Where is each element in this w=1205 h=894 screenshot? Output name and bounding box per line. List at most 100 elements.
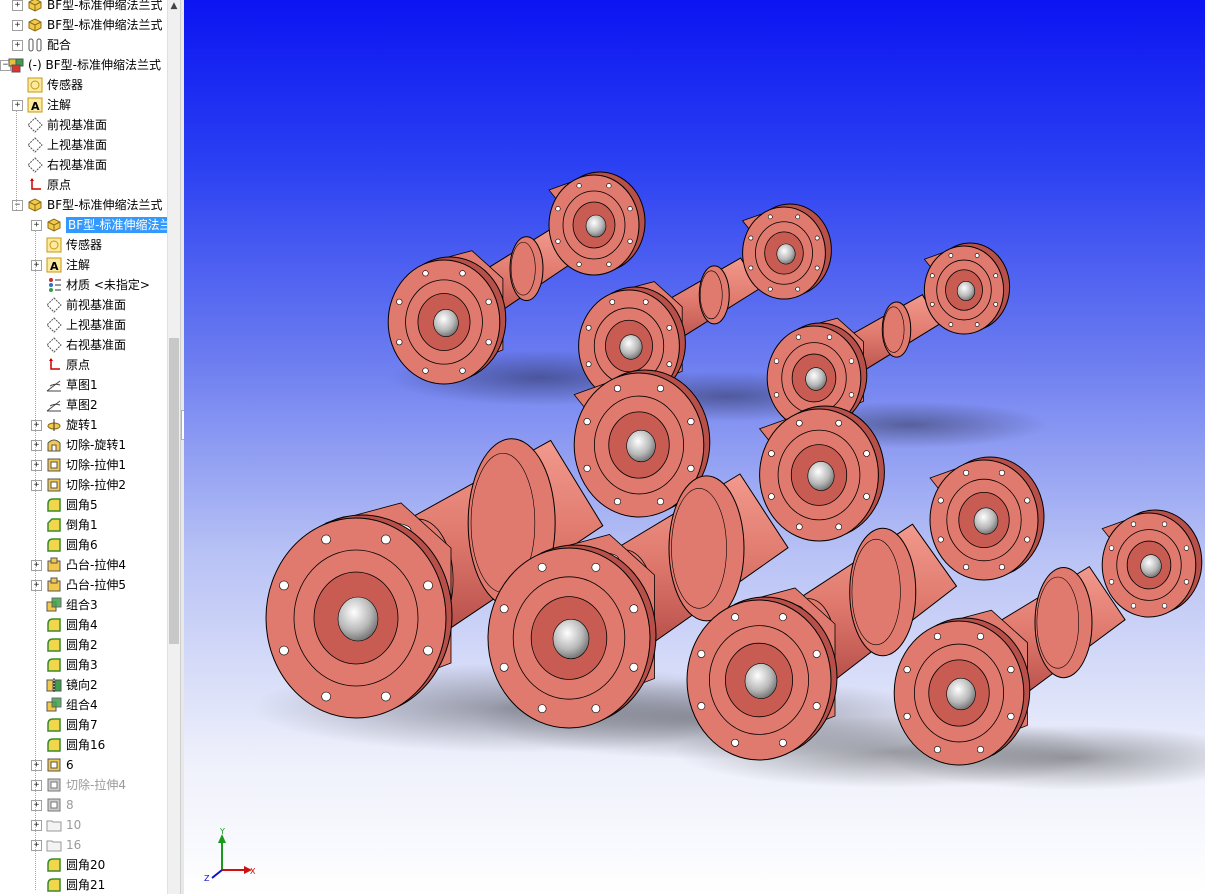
tree-item-label: (-) BF型-标准伸缩法兰式 — [28, 58, 161, 72]
bolt-hole — [656, 384, 665, 392]
bolt-hole — [1007, 712, 1015, 720]
bolt-hole — [812, 702, 821, 710]
cut-extrude-gray-icon — [46, 797, 62, 813]
tree-item[interactable]: + 旋转1 — [0, 415, 167, 435]
tree-item[interactable]: + 切除-拉伸2 — [0, 475, 167, 495]
bolt-hole — [627, 206, 633, 212]
tree-item-label: 传感器 — [66, 238, 103, 252]
tree-item[interactable]: 组合4 — [0, 695, 167, 715]
tree-item[interactable]: + 凸台-拉伸4 — [0, 555, 167, 575]
tree-item[interactable]: 镜向2 — [0, 675, 167, 695]
expand-toggle-icon[interactable]: + — [31, 420, 42, 431]
collapse-toggle-icon[interactable]: − — [12, 200, 23, 211]
tree-item[interactable]: 传感器 — [0, 75, 167, 95]
tree-item[interactable]: 圆角4 — [0, 615, 167, 635]
fillet-icon — [46, 537, 62, 553]
tree-item[interactable]: 上视基准面 — [0, 135, 167, 155]
tree-item[interactable]: 圆角16 — [0, 735, 167, 755]
tree-item[interactable]: +10 — [0, 815, 167, 835]
tree-item[interactable]: 圆角5 — [0, 495, 167, 515]
expand-toggle-icon[interactable]: + — [31, 220, 42, 231]
expand-toggle-icon[interactable]: + — [31, 560, 42, 571]
tree-item[interactable]: 右视基准面 — [0, 155, 167, 175]
bolt-hole — [963, 564, 970, 571]
tree-item[interactable]: 倒角1 — [0, 515, 167, 535]
tree-item[interactable]: − (-) BF型-标准伸缩法兰式 — [0, 55, 167, 75]
bore-cone — [1140, 554, 1162, 578]
scroll-up-arrow-icon[interactable]: ▲ — [168, 0, 180, 12]
z-axis-line — [211, 869, 223, 879]
part-icon — [46, 217, 62, 233]
bolt-hole — [666, 324, 673, 331]
expand-toggle-icon[interactable]: + — [31, 800, 42, 811]
tree-item[interactable]: + BF型-标准伸缩法兰式 — [0, 15, 167, 35]
tree-item[interactable]: 圆角7 — [0, 715, 167, 735]
tree-item[interactable]: 原点 — [0, 175, 167, 195]
tree-item[interactable]: 圆角21 — [0, 875, 167, 894]
expand-toggle-icon[interactable]: + — [31, 260, 42, 271]
tree-item[interactable]: 草图1 — [0, 375, 167, 395]
tree-item[interactable]: 组合3 — [0, 595, 167, 615]
expand-toggle-icon[interactable]: + — [31, 480, 42, 491]
bore-cone — [805, 367, 827, 391]
bolt-hole — [863, 493, 870, 500]
tree-item[interactable]: 原点 — [0, 355, 167, 375]
bolt-hole — [629, 662, 639, 672]
tree-item[interactable]: 传感器 — [0, 235, 167, 255]
tree-item[interactable]: 圆角6 — [0, 535, 167, 555]
bolt-hole — [697, 650, 706, 658]
graphics-viewport[interactable]: Y X Z — [184, 0, 1205, 894]
tree-item[interactable]: 前视基准面 — [0, 295, 167, 315]
expand-toggle-icon[interactable]: + — [31, 840, 42, 851]
bolt-hole — [933, 632, 942, 640]
tree-item[interactable]: + A 注解 — [0, 95, 167, 115]
tree-item[interactable]: 上视基准面 — [0, 315, 167, 335]
cut-extrude-icon — [46, 757, 62, 773]
svg-text:A: A — [50, 260, 59, 273]
expand-toggle-icon[interactable]: + — [12, 40, 23, 51]
tree-item[interactable]: 圆角3 — [0, 655, 167, 675]
tree-item[interactable]: + 凸台-拉伸5 — [0, 575, 167, 595]
tree-item[interactable]: 圆角2 — [0, 635, 167, 655]
axis-triad: Y X Z — [204, 827, 256, 883]
tree-item[interactable]: + BF型-标准伸缩法兰式 — [0, 0, 167, 15]
bolt-hole — [929, 273, 935, 278]
expand-toggle-icon[interactable]: + — [31, 820, 42, 831]
expand-toggle-icon[interactable]: + — [31, 780, 42, 791]
tree-item[interactable]: 前视基准面 — [0, 115, 167, 135]
tree-item[interactable]: + 切除-旋转1 — [0, 435, 167, 455]
expand-toggle-icon[interactable]: + — [31, 460, 42, 471]
tree-item[interactable]: − BF型-标准伸缩法兰式 — [0, 195, 167, 215]
tree-item[interactable]: +16 — [0, 835, 167, 855]
expand-toggle-icon[interactable]: + — [12, 20, 23, 31]
tree-item[interactable]: 圆角20 — [0, 855, 167, 875]
plane-icon — [27, 137, 43, 153]
expand-toggle-icon[interactable]: + — [12, 100, 23, 111]
tree-item[interactable]: + 配合 — [0, 35, 167, 55]
bolt-hole — [396, 298, 403, 305]
bolt-hole — [666, 361, 673, 368]
tree-item-label: 圆角6 — [66, 538, 98, 552]
expand-toggle-icon[interactable]: + — [31, 580, 42, 591]
expand-toggle-icon[interactable]: + — [12, 0, 23, 11]
tree-item[interactable]: + 切除-拉伸4 — [0, 775, 167, 795]
feature-manager-tree[interactable]: + BF型-标准伸缩法兰式 + BF型-标准伸缩法兰式 + 配合 − (-) BF型-标准伸缩… — [0, 0, 167, 894]
tree-item[interactable]: 右视基准面 — [0, 335, 167, 355]
scrollbar-thumb[interactable] — [169, 338, 179, 644]
tree-item[interactable]: + A 注解 — [0, 255, 167, 275]
tree-item[interactable]: 草图2 — [0, 395, 167, 415]
bolt-hole — [1024, 536, 1031, 543]
sketch-icon — [46, 397, 62, 413]
bolt-hole — [796, 419, 803, 427]
bolt-hole — [687, 464, 695, 472]
tree-item[interactable]: + 切除-拉伸1 — [0, 455, 167, 475]
tree-item[interactable]: +8 — [0, 795, 167, 815]
bolt-hole — [585, 324, 592, 331]
tree-item[interactable]: 材质 <未指定> — [0, 275, 167, 295]
fillet-icon — [46, 877, 62, 893]
expand-toggle-icon[interactable]: + — [31, 760, 42, 771]
tree-item[interactable]: + BF型-标准伸缩法兰 — [0, 215, 167, 235]
tree-item[interactable]: +6 — [0, 755, 167, 775]
expand-toggle-icon[interactable]: + — [31, 440, 42, 451]
cut-extrude-gray-icon — [46, 777, 62, 793]
